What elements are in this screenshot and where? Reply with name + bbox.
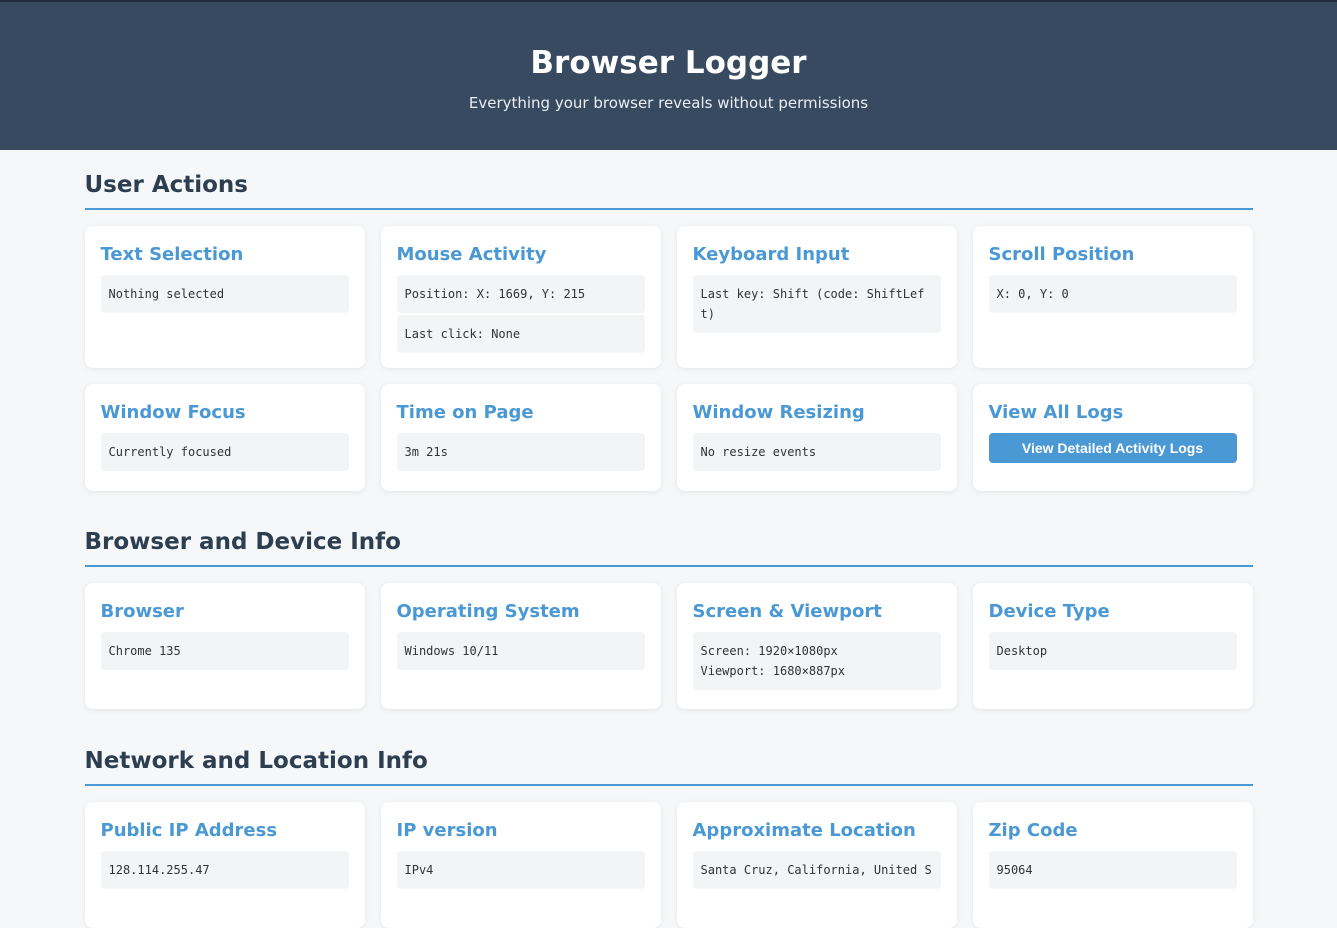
card-title: Window Resizing [692, 402, 865, 423]
card-ip-version: IP version IPv4 [380, 802, 661, 928]
card-public-ip: Public IP Address 128.114.255.47 [84, 802, 365, 928]
browser-value: Chrome 135 [100, 632, 349, 670]
card-title: IP version [396, 820, 498, 841]
card-zip-code: Zip Code 95064 [972, 802, 1253, 928]
screen-size: Screen: 1920×1080px [700, 644, 838, 658]
card-mouse-activity: Mouse Activity Position: X: 1669, Y: 215… [380, 226, 661, 368]
card-window-resizing: Window Resizing No resize events [676, 384, 957, 491]
window-resizing-value: No resize events [692, 433, 941, 471]
user-actions-grid: Text Selection Nothing selected Mouse Ac… [84, 226, 1253, 491]
card-keyboard-input: Keyboard Input Last key: Shift (code: Sh… [676, 226, 957, 368]
card-operating-system: Operating System Windows 10/11 [380, 583, 661, 709]
card-title: Text Selection [100, 244, 244, 265]
card-title: Mouse Activity [396, 244, 547, 265]
mouse-position-value: Position: X: 1669, Y: 215 [396, 275, 645, 313]
text-selection-value: Nothing selected [100, 275, 349, 313]
browser-device-grid: Browser Chrome 135 Operating System Wind… [84, 583, 1253, 709]
card-title: Approximate Location [692, 820, 916, 841]
page-title: Browser Logger [530, 45, 807, 81]
card-scroll-position: Scroll Position X: 0, Y: 0 [972, 226, 1253, 368]
section-title-browser-device: Browser and Device Info [84, 529, 1253, 567]
section-title-network-location: Network and Location Info [84, 748, 1253, 786]
card-title: Browser [100, 601, 184, 622]
view-detailed-logs-button[interactable]: View Detailed Activity Logs [988, 433, 1237, 463]
window-focus-value: Currently focused [100, 433, 349, 471]
card-time-on-page: Time on Page 3m 21s [380, 384, 661, 491]
card-text-selection: Text Selection Nothing selected [84, 226, 365, 368]
card-title: Public IP Address [100, 820, 278, 841]
device-type-value: Desktop [988, 632, 1237, 670]
card-approximate-location: Approximate Location Santa Cruz, Califor… [676, 802, 957, 928]
card-title: Time on Page [396, 402, 534, 423]
keyboard-input-value: Last key: Shift (code: ShiftLeft) [692, 275, 941, 333]
page-header: Browser Logger Everything your browser r… [0, 0, 1337, 150]
viewport-size: Viewport: 1680×887px [700, 664, 846, 678]
card-title: Window Focus [100, 402, 246, 423]
card-title: Keyboard Input [692, 244, 850, 265]
section-title-user-actions: User Actions [84, 172, 1253, 210]
os-value: Windows 10/11 [396, 632, 645, 670]
card-title: Scroll Position [988, 244, 1135, 265]
ip-version-value: IPv4 [396, 851, 645, 889]
card-view-all-logs: View All Logs View Detailed Activity Log… [972, 384, 1253, 491]
zip-code-value: 95064 [988, 851, 1237, 889]
page-subtitle: Everything your browser reveals without … [468, 94, 869, 112]
time-on-page-value: 3m 21s [396, 433, 645, 471]
card-screen-viewport: Screen & Viewport Screen: 1920×1080px Vi… [676, 583, 957, 709]
scroll-position-value: X: 0, Y: 0 [988, 275, 1237, 313]
card-title: Operating System [396, 601, 580, 622]
card-device-type: Device Type Desktop [972, 583, 1253, 709]
card-window-focus: Window Focus Currently focused [84, 384, 365, 491]
main-content: User Actions Text Selection Nothing sele… [84, 172, 1253, 928]
card-title: View All Logs [988, 402, 1124, 423]
card-title: Device Type [988, 601, 1110, 622]
public-ip-value: 128.114.255.47 [100, 851, 349, 889]
card-title: Zip Code [988, 820, 1078, 841]
mouse-last-click-value: Last click: None [396, 315, 645, 353]
card-title: Screen & Viewport [692, 601, 882, 622]
network-location-grid: Public IP Address 128.114.255.47 IP vers… [84, 802, 1253, 928]
card-browser: Browser Chrome 135 [84, 583, 365, 709]
location-value: Santa Cruz, California, United S [692, 851, 941, 889]
screen-viewport-value: Screen: 1920×1080px Viewport: 1680×887px [692, 632, 941, 690]
